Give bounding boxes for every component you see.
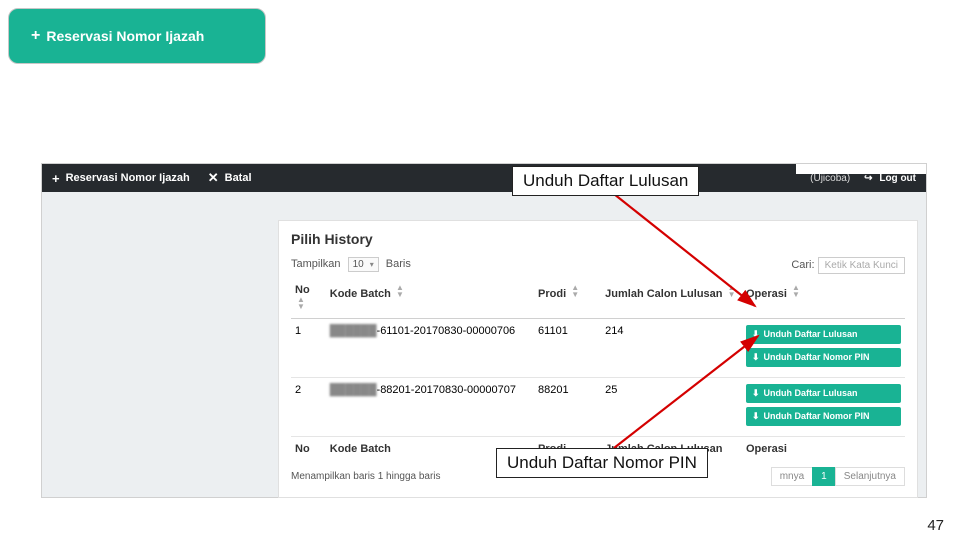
kode-masked: ██████: [330, 384, 377, 396]
callout-lulusan: Unduh Daftar Lulusan: [512, 166, 699, 196]
cell-jumlah: 214: [601, 319, 742, 378]
reservasi-button-label: Reservasi Nomor Ijazah: [46, 28, 204, 44]
show-prefix: Tampilkan: [291, 258, 341, 270]
topbar-batal-label: Batal: [225, 172, 252, 184]
table-row: 2 ██████-88201-20170830-00000707 88201 2…: [291, 378, 905, 437]
kode-rest: -88201-20170830-00000707: [377, 384, 516, 396]
cell-kode: ██████-88201-20170830-00000707: [326, 378, 534, 437]
col-prodi-label: Prodi: [538, 288, 566, 300]
show-suffix: Baris: [386, 258, 411, 270]
op-label: Unduh Daftar Nomor PIN: [764, 411, 870, 421]
sort-icon: ▲▼: [792, 284, 800, 298]
kode-masked: ██████: [330, 325, 377, 337]
page-number: 47: [927, 517, 944, 534]
cell-kode: ██████-61101-20170830-00000706: [326, 319, 534, 378]
logout-icon: ↪: [864, 173, 872, 184]
page-size-select[interactable]: 10 ▾: [348, 257, 379, 272]
cell-prodi: 61101: [534, 319, 601, 378]
cell-operasi: ⬇ Unduh Daftar Lulusan ⬇ Unduh Daftar Nomo…: [742, 378, 905, 437]
cell-prodi: 88201: [534, 378, 601, 437]
table-info: Menampilkan baris 1 hingga baris: [291, 471, 441, 482]
pager: mnya 1 Selanjutnya: [772, 467, 905, 486]
plus-icon: +: [52, 171, 60, 186]
search-label: Cari:: [791, 259, 814, 271]
cell-operasi: ⬇ Unduh Daftar Lulusan ⬇ Unduh Daftar Nomo…: [742, 319, 905, 378]
sort-icon: ▲▼: [571, 284, 579, 298]
op-label: Unduh Daftar Nomor PIN: [764, 352, 870, 362]
topbar-reservasi-button[interactable]: + Reservasi Nomor Ijazah: [52, 171, 190, 186]
close-icon: ✕: [208, 170, 219, 186]
cell-no: 1: [291, 319, 326, 378]
col-prodi[interactable]: Prodi ▲▼: [534, 278, 601, 319]
col-kode-label: Kode Batch: [330, 288, 391, 300]
foot-no: No: [291, 437, 326, 462]
app-topbar: + Reservasi Nomor Ijazah ✕ Batal (Ujicob…: [42, 164, 926, 192]
history-table: No ▲▼ Kode Batch ▲▼ Prodi ▲▼ Jumlah Calo…: [291, 278, 905, 461]
plus-icon: +: [31, 27, 40, 45]
page-size-value: 10: [353, 259, 364, 270]
download-icon: ⬇: [752, 411, 760, 421]
pager-next[interactable]: Selanjutnya: [835, 467, 905, 486]
app-panel: + Reservasi Nomor Ijazah ✕ Batal (Ujicob…: [41, 163, 927, 498]
unduh-pin-button[interactable]: ⬇ Unduh Daftar Nomor PIN: [746, 407, 901, 426]
unduh-lulusan-button[interactable]: ⬇ Unduh Daftar Lulusan: [746, 384, 901, 403]
callout-pin: Unduh Daftar Nomor PIN: [496, 448, 708, 478]
op-label: Unduh Daftar Lulusan: [764, 329, 858, 339]
user-label: (Ujicoba): [810, 173, 850, 184]
col-no[interactable]: No ▲▼: [291, 278, 326, 319]
card-title: Pilih History: [291, 231, 905, 247]
download-icon: ⬇: [752, 329, 760, 339]
logout-button[interactable]: ↪ Log out: [864, 173, 916, 184]
sort-icon: ▲▼: [297, 296, 305, 310]
table-row: 1 ██████-61101-20170830-00000706 61101 2…: [291, 319, 905, 378]
col-jumlah[interactable]: Jumlah Calon Lulusan ▲▼: [601, 278, 742, 319]
chevron-down-icon: ▾: [370, 260, 374, 269]
download-icon: ⬇: [752, 352, 760, 362]
col-operasi-label: Operasi: [746, 288, 787, 300]
topbar-reservasi-label: Reservasi Nomor Ijazah: [66, 172, 190, 184]
op-label: Unduh Daftar Lulusan: [764, 388, 858, 398]
sort-icon: ▲▼: [396, 284, 404, 298]
download-icon: ⬇: [752, 388, 760, 398]
reservasi-button[interactable]: + Reservasi Nomor Ijazah: [8, 8, 266, 64]
cell-no: 2: [291, 378, 326, 437]
col-kode[interactable]: Kode Batch ▲▼: [326, 278, 534, 319]
unduh-lulusan-button[interactable]: ⬇ Unduh Daftar Lulusan: [746, 325, 901, 344]
foot-operasi: Operasi: [742, 437, 905, 462]
col-operasi[interactable]: Operasi ▲▼: [742, 278, 905, 319]
search-input[interactable]: Ketik Kata Kunci: [818, 257, 905, 274]
col-jumlah-label: Jumlah Calon Lulusan: [605, 288, 722, 300]
cell-jumlah: 25: [601, 378, 742, 437]
pager-prev[interactable]: mnya: [771, 467, 813, 486]
topbar-batal-button[interactable]: ✕ Batal: [208, 170, 252, 186]
kode-rest: -61101-20170830-00000706: [377, 325, 516, 337]
unduh-pin-button[interactable]: ⬇ Unduh Daftar Nomor PIN: [746, 348, 901, 367]
logout-label: Log out: [879, 173, 916, 184]
decorative-cover: [796, 164, 926, 174]
table-controls: Tampilkan 10 ▾ Baris Cari: Ketik Kata Ku…: [291, 257, 905, 272]
sort-icon: ▲▼: [728, 284, 736, 298]
pager-page-1[interactable]: 1: [812, 467, 836, 486]
